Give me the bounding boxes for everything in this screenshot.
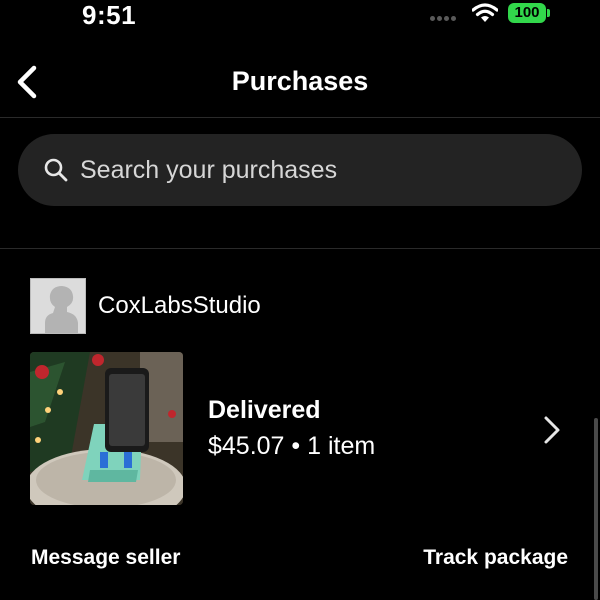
header-divider — [0, 117, 600, 118]
order-summary: $45.07 • 1 item — [208, 432, 376, 460]
status-time: 9:51 — [82, 0, 137, 30]
signal-dots-icon — [430, 16, 456, 21]
seller-avatar[interactable] — [30, 278, 86, 334]
search-divider — [0, 248, 600, 249]
avatar-placeholder-icon — [31, 279, 85, 333]
message-seller-button[interactable]: Message seller — [31, 546, 180, 570]
scroll-indicator[interactable] — [594, 418, 598, 600]
battery-icon: 100 — [508, 3, 546, 23]
chevron-right-icon[interactable] — [540, 414, 564, 446]
product-thumbnail[interactable] — [30, 352, 183, 505]
page-title: Purchases — [231, 66, 369, 96]
product-photo — [30, 352, 183, 505]
wifi-icon — [472, 3, 498, 22]
search-icon — [44, 158, 68, 182]
battery-nub — [547, 9, 550, 17]
status-bar: 9:51 100 — [0, 0, 600, 34]
order-status: Delivered — [208, 396, 321, 424]
seller-name[interactable]: CoxLabsStudio — [98, 292, 261, 320]
track-package-button[interactable]: Track package — [423, 546, 568, 570]
search-placeholder: Search your purchases — [80, 155, 338, 184]
search-input[interactable]: Search your purchases — [18, 134, 582, 206]
